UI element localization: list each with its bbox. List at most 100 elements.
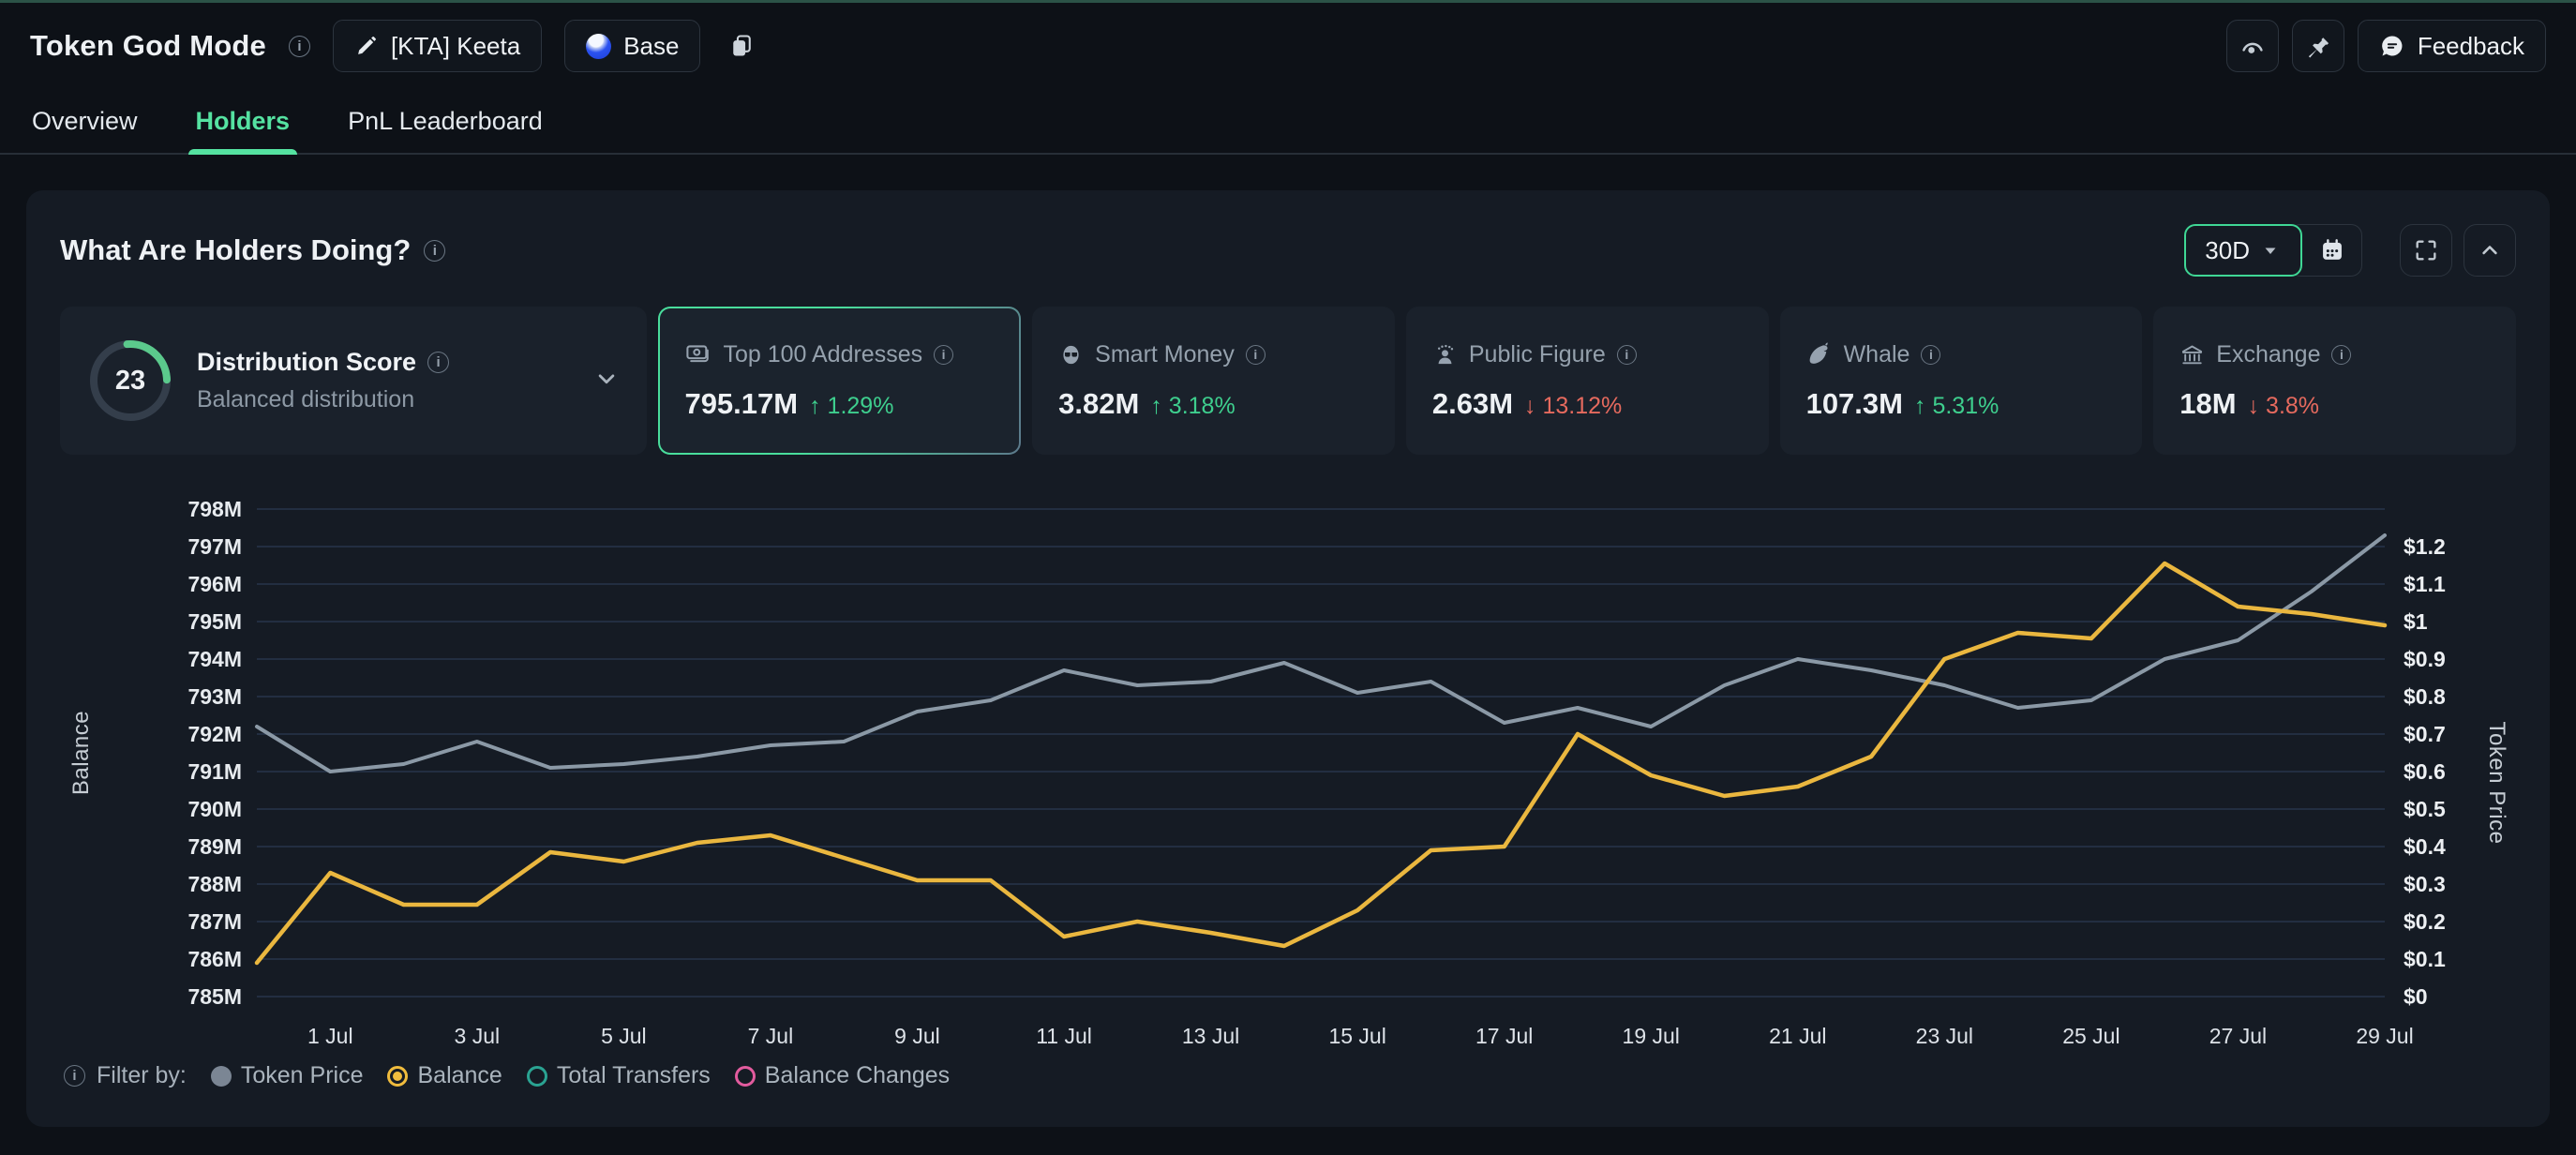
card-public-figure[interactable]: Public Figure i 2.63M ↓ 13.12%: [1406, 307, 1769, 455]
card-change: ↑ 3.18%: [1150, 393, 1235, 420]
card-change: ↑ 5.31%: [1914, 393, 1999, 420]
pin-button[interactable]: [2292, 20, 2344, 72]
smart-money-icon: [1058, 342, 1084, 368]
svg-text:5 Jul: 5 Jul: [601, 1024, 647, 1048]
tab-bar: Overview Holders PnL Leaderboard: [0, 89, 2576, 155]
feedback-button[interactable]: Feedback: [2358, 20, 2546, 72]
distribution-score-title: Distribution Score: [197, 348, 416, 377]
card-exchange[interactable]: Exchange i 18M ↓ 3.8%: [2153, 307, 2516, 455]
chain-select-button[interactable]: Base: [564, 20, 700, 72]
tab-pnl-leaderboard[interactable]: PnL Leaderboard: [346, 89, 545, 153]
balance-price-chart[interactable]: 798M797M796M795M794M793M792M791M790M789M…: [60, 483, 2516, 1057]
card-change: ↓ 13.12%: [1524, 393, 1622, 420]
svg-text:794M: 794M: [187, 647, 242, 671]
collapse-panel-button[interactable]: [2464, 224, 2516, 277]
filter-balance[interactable]: Balance: [387, 1062, 502, 1089]
svg-text:$1.2: $1.2: [2404, 534, 2446, 559]
card-whale[interactable]: Whale i 107.3M ↑ 5.31%: [1780, 307, 2143, 455]
bank-icon: [2179, 342, 2205, 368]
svg-text:27 Jul: 27 Jul: [2209, 1024, 2267, 1048]
svg-text:787M: 787M: [187, 909, 242, 934]
info-icon[interactable]: i: [2331, 345, 2351, 365]
caret-down-icon: [2259, 239, 2282, 262]
filter-token-price[interactable]: Token Price: [211, 1062, 364, 1089]
svg-text:19 Jul: 19 Jul: [1623, 1024, 1680, 1048]
svg-text:785M: 785M: [187, 984, 242, 1009]
panel-title: What Are Holders Doing?: [60, 233, 411, 267]
chain-select-label: Base: [623, 32, 679, 61]
svg-text:9 Jul: 9 Jul: [894, 1024, 940, 1048]
date-range-group: 30D: [2184, 224, 2362, 277]
fullscreen-icon: [2413, 237, 2439, 263]
calendar-icon: [2319, 237, 2345, 263]
info-icon[interactable]: i: [64, 1065, 85, 1087]
filter-balance-changes[interactable]: Balance Changes: [735, 1062, 950, 1089]
card-value: 18M: [2179, 387, 2236, 421]
info-icon[interactable]: i: [289, 36, 310, 57]
card-value: 795.17M: [684, 387, 798, 421]
filter-total-transfers[interactable]: Total Transfers: [527, 1062, 711, 1089]
holder-type-cards: 23 Distribution Score i Balanced distrib…: [60, 307, 2516, 455]
base-chain-icon: [586, 34, 611, 59]
total-transfers-ring-icon: [527, 1066, 547, 1087]
svg-text:$0.6: $0.6: [2404, 759, 2446, 784]
svg-text:$0.9: $0.9: [2404, 647, 2446, 671]
svg-text:Token Price: Token Price: [2484, 722, 2509, 845]
topbar: Token God Mode i [KTA] Keeta Base: [0, 3, 2576, 89]
chevron-down-icon[interactable]: [592, 365, 621, 398]
svg-text:$1.1: $1.1: [2404, 572, 2446, 596]
watchlist-button[interactable]: [2226, 20, 2279, 72]
info-icon[interactable]: i: [427, 352, 449, 373]
card-change: ↓ 3.8%: [2248, 393, 2319, 420]
info-icon[interactable]: i: [1246, 345, 1266, 365]
card-smart-money[interactable]: Smart Money i 3.82M ↑ 3.18%: [1032, 307, 1395, 455]
card-change: ↑ 1.29%: [809, 393, 893, 420]
svg-text:795M: 795M: [187, 609, 242, 634]
copy-address-button[interactable]: [723, 27, 760, 65]
svg-text:$0.2: $0.2: [2404, 909, 2446, 934]
date-range-dropdown[interactable]: 30D: [2184, 224, 2302, 277]
filter-by-label: Filter by:: [97, 1062, 187, 1089]
svg-text:789M: 789M: [187, 834, 242, 859]
svg-text:Balance: Balance: [68, 711, 94, 795]
token-select-button[interactable]: [KTA] Keeta: [333, 20, 542, 72]
svg-text:1 Jul: 1 Jul: [307, 1024, 353, 1048]
svg-text:791M: 791M: [187, 759, 242, 784]
svg-text:17 Jul: 17 Jul: [1475, 1024, 1533, 1048]
info-icon[interactable]: i: [934, 345, 953, 365]
svg-text:23 Jul: 23 Jul: [1916, 1024, 1973, 1048]
svg-text:$0.4: $0.4: [2404, 834, 2446, 859]
card-top-100-addresses[interactable]: Top 100 Addresses i 795.17M ↑ 1.29%: [658, 307, 1021, 455]
svg-text:$0.3: $0.3: [2404, 872, 2446, 896]
svg-text:798M: 798M: [187, 497, 242, 521]
distribution-score-ring: 23: [86, 337, 174, 425]
svg-text:25 Jul: 25 Jul: [2062, 1024, 2119, 1048]
tab-holders[interactable]: Holders: [194, 89, 292, 153]
page-title: Token God Mode: [30, 29, 266, 63]
svg-text:3 Jul: 3 Jul: [455, 1024, 501, 1048]
tab-overview[interactable]: Overview: [30, 89, 140, 153]
distribution-score-card[interactable]: 23 Distribution Score i Balanced distrib…: [60, 307, 647, 455]
info-icon[interactable]: i: [1617, 345, 1637, 365]
distribution-score-subtitle: Balanced distribution: [197, 386, 449, 413]
svg-text:$0.8: $0.8: [2404, 684, 2446, 709]
fullscreen-button[interactable]: [2400, 224, 2452, 277]
info-icon[interactable]: i: [1921, 345, 1940, 365]
svg-text:$1: $1: [2404, 609, 2428, 634]
card-value: 2.63M: [1432, 387, 1513, 421]
svg-text:$0.7: $0.7: [2404, 722, 2446, 746]
balance-radio-icon: [387, 1066, 408, 1087]
feedback-label: Feedback: [2418, 32, 2524, 61]
token-price-dot-icon: [211, 1066, 232, 1087]
svg-text:790M: 790M: [187, 797, 242, 821]
distribution-score-value: 23: [86, 337, 174, 425]
svg-text:$0.1: $0.1: [2404, 947, 2446, 971]
svg-text:792M: 792M: [187, 722, 242, 746]
whale-icon: [1806, 341, 1833, 368]
info-icon[interactable]: i: [424, 240, 445, 262]
svg-text:21 Jul: 21 Jul: [1769, 1024, 1826, 1048]
svg-text:13 Jul: 13 Jul: [1182, 1024, 1239, 1048]
chevron-up-icon: [2477, 237, 2503, 263]
svg-text:793M: 793M: [187, 684, 242, 709]
holders-panel: What Are Holders Doing? i 30D: [26, 190, 2550, 1127]
